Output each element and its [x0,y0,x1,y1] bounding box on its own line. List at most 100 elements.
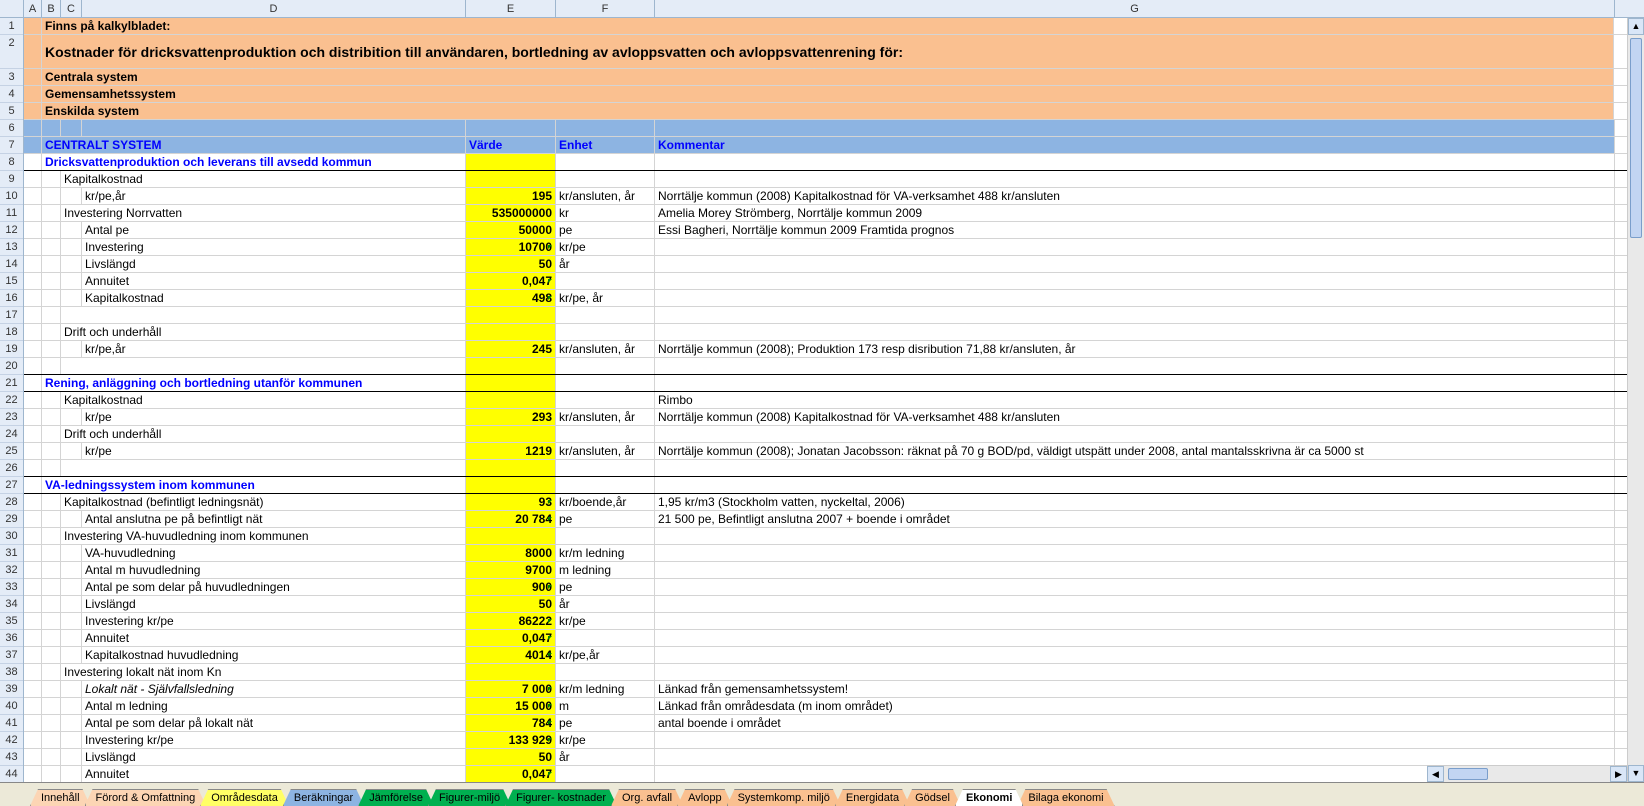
label-cell[interactable]: Annuitet [82,273,466,289]
unit-cell[interactable]: kr/m ledning [556,681,655,697]
comment-cell[interactable] [655,664,1615,680]
row-header-8[interactable]: 8 [0,154,23,171]
cell[interactable] [61,409,82,425]
row-header-42[interactable]: 42 [0,732,23,749]
cell[interactable] [24,154,42,170]
row-header-18[interactable]: 18 [0,324,23,341]
label-cell[interactable]: Kapitalkostnad [61,392,466,408]
cell[interactable] [24,358,42,374]
value-cell[interactable] [466,171,556,187]
label-cell[interactable]: Kapitalkostnad (befintligt ledningsnät) [61,494,466,510]
row-header-1[interactable]: 1 [0,18,23,35]
row-header-32[interactable]: 32 [0,562,23,579]
unit-cell[interactable]: m ledning [556,562,655,578]
row-header-27[interactable]: 27 [0,477,23,494]
cell[interactable] [556,120,655,136]
unit-cell[interactable]: kr/ansluten, år [556,341,655,357]
label-cell[interactable]: kr/pe,år [82,341,466,357]
comment-cell[interactable] [655,630,1615,646]
cell[interactable] [61,290,82,306]
vertical-scrollbar[interactable]: ▲ ▼ [1627,18,1644,782]
value-cell[interactable]: 0,047 [466,273,556,289]
cell[interactable] [24,290,42,306]
label-cell[interactable]: Investering kr/pe [82,732,466,748]
scroll-down-button[interactable]: ▼ [1628,765,1644,782]
unit-cell[interactable]: pe [556,222,655,238]
label-cell[interactable]: Livslängd [82,256,466,272]
row-header-31[interactable]: 31 [0,545,23,562]
comment-cell[interactable]: Norrtälje kommun (2008) Kapitalkostnad f… [655,409,1615,425]
value-cell[interactable] [466,307,556,323]
label-cell[interactable]: Annuitet [82,630,466,646]
row-header-44[interactable]: 44 [0,766,23,782]
cell[interactable] [42,256,61,272]
cell[interactable] [61,222,82,238]
cell[interactable] [466,477,556,493]
col-header-e[interactable]: E [466,0,556,17]
cell[interactable] [61,545,82,561]
cell[interactable] [42,511,61,527]
cell[interactable] [42,528,61,544]
unit-cell[interactable] [556,392,655,408]
cell[interactable] [42,613,61,629]
row-header-33[interactable]: 33 [0,579,23,596]
col-header-b[interactable]: B [42,0,61,17]
cell[interactable] [61,511,82,527]
unit-cell[interactable] [556,630,655,646]
label-cell[interactable]: Livslängd [82,749,466,765]
cell[interactable] [42,341,61,357]
cell[interactable] [42,358,61,374]
sheet-tab[interactable]: Bilaga ekonomi [1017,789,1114,806]
cell[interactable] [42,460,61,476]
cell[interactable] [61,256,82,272]
value-cell[interactable]: 0,047 [466,766,556,782]
cell[interactable] [655,120,1615,136]
cell[interactable] [24,545,42,561]
sheet-tab[interactable]: Områdesdata [200,789,289,806]
cell[interactable] [61,443,82,459]
unit-cell[interactable] [556,426,655,442]
label-cell[interactable]: kr/pe [82,409,466,425]
comment-cell[interactable]: antal boende i området [655,715,1615,731]
value-cell[interactable]: 133 929 [466,732,556,748]
cell[interactable] [42,630,61,646]
unit-cell[interactable] [556,528,655,544]
value-cell[interactable]: 7 000 [466,681,556,697]
row-header-2[interactable]: 2 [0,35,23,69]
sheet-tab[interactable]: Jämförelse [358,789,434,806]
row-header-38[interactable]: 38 [0,664,23,681]
cell[interactable] [42,239,61,255]
row-header-7[interactable]: 7 [0,137,23,154]
cell[interactable] [61,630,82,646]
comment-cell[interactable] [655,324,1615,340]
col-header-a[interactable]: A [24,0,42,17]
cell[interactable] [42,494,61,510]
cell[interactable] [24,69,42,85]
cell[interactable] [42,205,61,221]
label-cell[interactable]: Investering [82,239,466,255]
value-cell[interactable]: 9700 [466,562,556,578]
vertical-scroll-thumb[interactable] [1630,38,1642,238]
unit-cell[interactable]: år [556,256,655,272]
sheet-tab[interactable]: Ekonomi [955,789,1023,806]
cell[interactable] [42,698,61,714]
value-cell[interactable]: 245 [466,341,556,357]
label-cell[interactable]: Annuitet [82,766,466,782]
label-cell[interactable] [61,460,466,476]
row-header-5[interactable]: 5 [0,103,23,120]
comment-cell[interactable] [655,426,1615,442]
cell[interactable] [42,664,61,680]
cell[interactable] [42,290,61,306]
cell[interactable] [61,681,82,697]
header-enhet[interactable]: Enhet [556,137,655,153]
cell[interactable] [61,120,82,136]
value-cell[interactable]: 50 [466,596,556,612]
label-cell[interactable]: Kapitalkostnad [82,290,466,306]
cell[interactable] [61,239,82,255]
cell[interactable] [24,664,42,680]
label-cell[interactable]: Investering lokalt nät inom Kn [61,664,466,680]
header-varde[interactable]: Värde [466,137,556,153]
label-cell[interactable]: Drift och underhåll [61,426,466,442]
row-header-36[interactable]: 36 [0,630,23,647]
unit-cell[interactable]: kr/m ledning [556,545,655,561]
